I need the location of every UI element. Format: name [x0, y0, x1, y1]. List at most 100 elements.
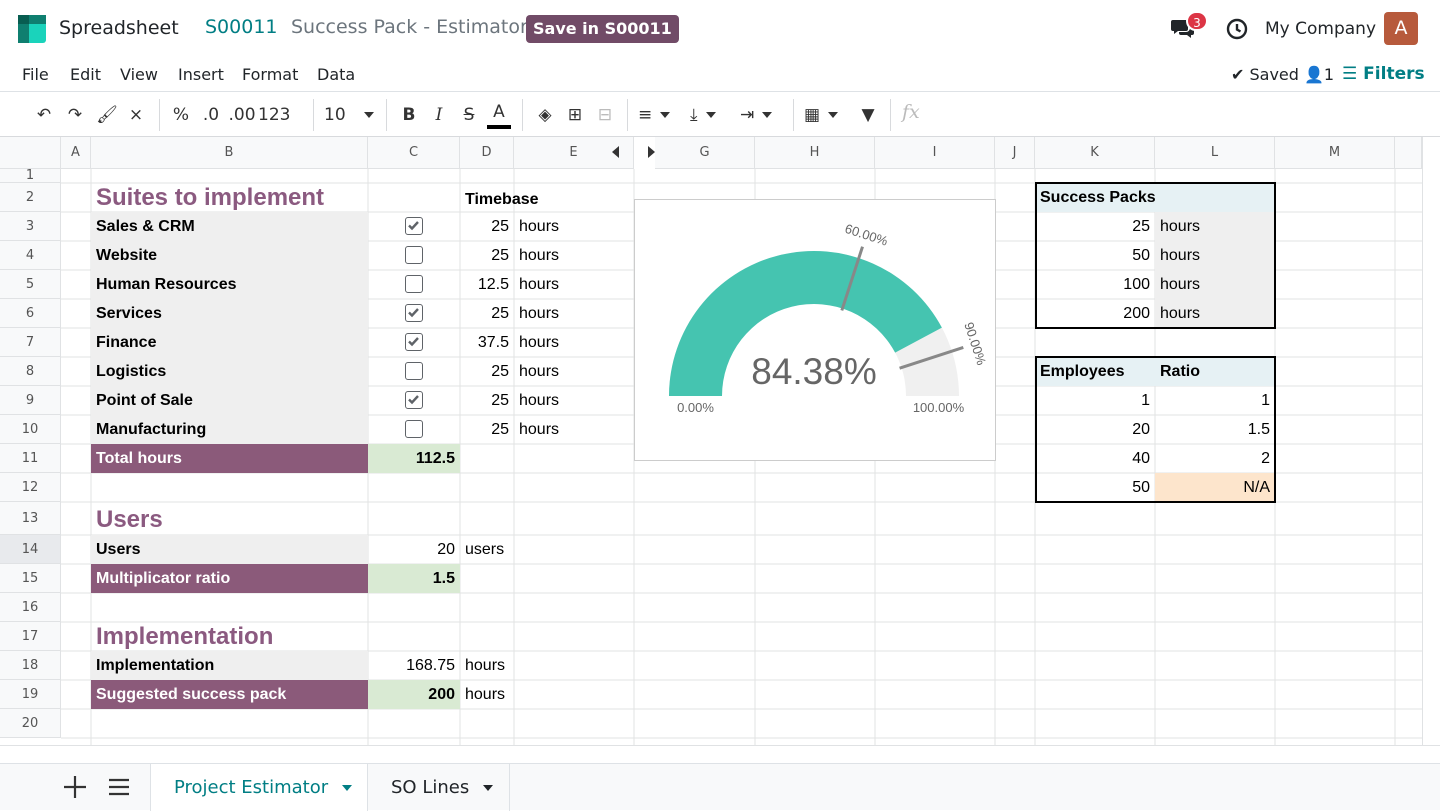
- gauge-chart[interactable]: 60.00% 90.00% 84.38% 0.00% 100.00%: [634, 199, 996, 461]
- tab-so-lines[interactable]: SO Lines: [368, 764, 510, 811]
- fill-color-icon[interactable]: ◈: [533, 101, 557, 129]
- menu-insert[interactable]: Insert: [178, 65, 224, 84]
- suite-checkbox-cell[interactable]: [368, 241, 460, 270]
- suite-name-cell[interactable]: Services: [91, 299, 368, 328]
- row-header-2[interactable]: 2: [0, 183, 61, 212]
- align-icon[interactable]: ≡: [638, 101, 680, 129]
- row-header-17[interactable]: 17: [0, 622, 61, 651]
- row-header-12[interactable]: 12: [0, 473, 61, 502]
- suite-name-cell[interactable]: Manufacturing: [91, 415, 368, 444]
- suite-hours-cell[interactable]: 25: [460, 415, 514, 444]
- row-header-8[interactable]: 8: [0, 357, 61, 386]
- column-header-b[interactable]: B: [91, 137, 368, 169]
- column-header-g[interactable]: G: [655, 137, 755, 169]
- pack-hours-unit[interactable]: hours: [1155, 241, 1275, 270]
- row-header-19[interactable]: 19: [0, 680, 61, 709]
- implementation-label[interactable]: Implementation: [91, 651, 368, 680]
- timebase-header[interactable]: Timebase: [460, 183, 634, 212]
- users-value[interactable]: 20: [368, 535, 460, 564]
- users-label[interactable]: Users: [91, 535, 368, 564]
- row-header-9[interactable]: 9: [0, 386, 61, 415]
- font-size-dropdown[interactable]: 10: [324, 101, 376, 129]
- success-packs-header[interactable]: Success Packs: [1035, 183, 1275, 212]
- activity-clock-icon[interactable]: [1226, 18, 1248, 40]
- row-header-3[interactable]: 3: [0, 212, 61, 241]
- add-sheet-icon[interactable]: [60, 772, 90, 802]
- pack-hours-value[interactable]: 100: [1035, 270, 1155, 299]
- row-header-4[interactable]: 4: [0, 241, 61, 270]
- row-header-5[interactable]: 5: [0, 270, 61, 299]
- checkbox-checked-icon[interactable]: [405, 333, 423, 351]
- column-header-c[interactable]: C: [368, 137, 460, 169]
- row-header-14[interactable]: 14: [0, 535, 61, 564]
- ratio-value[interactable]: N/A: [1155, 473, 1275, 502]
- row-header-18[interactable]: 18: [0, 651, 61, 680]
- suite-unit-cell[interactable]: hours: [514, 212, 634, 241]
- vertical-scrollbar[interactable]: [1422, 137, 1440, 745]
- total-hours-label[interactable]: Total hours: [91, 444, 368, 473]
- employees-value[interactable]: 50: [1035, 473, 1155, 502]
- collaborators-indicator[interactable]: 👤1: [1304, 65, 1334, 84]
- document-title[interactable]: Success Pack - Estimator: [291, 16, 528, 38]
- paint-format-icon[interactable]: 🖌: [95, 101, 119, 129]
- column-header-k[interactable]: K: [1035, 137, 1155, 169]
- checkbox-unchecked-icon[interactable]: [405, 362, 423, 380]
- suite-hours-cell[interactable]: 25: [460, 299, 514, 328]
- clear-format-icon[interactable]: ⨯: [124, 101, 148, 129]
- suite-unit-cell[interactable]: hours: [514, 386, 634, 415]
- checkbox-checked-icon[interactable]: [405, 391, 423, 409]
- strikethrough-button[interactable]: S: [458, 101, 480, 129]
- suite-name-cell[interactable]: Finance: [91, 328, 368, 357]
- chevron-down-icon[interactable]: [483, 785, 494, 791]
- employees-header[interactable]: Employees: [1035, 357, 1155, 386]
- suggested-pack-label[interactable]: Suggested success pack: [91, 680, 368, 709]
- menu-file[interactable]: File: [22, 65, 49, 84]
- pack-hours-value[interactable]: 50: [1035, 241, 1155, 270]
- suite-hours-cell[interactable]: 25: [460, 241, 514, 270]
- implementation-value[interactable]: 168.75: [368, 651, 460, 680]
- suite-checkbox-cell[interactable]: [368, 299, 460, 328]
- checkbox-checked-icon[interactable]: [405, 304, 423, 322]
- column-header-l[interactable]: L: [1155, 137, 1275, 169]
- total-hours-value[interactable]: 112.5: [368, 444, 460, 473]
- spreadsheet-logo-icon[interactable]: [18, 15, 46, 43]
- column-header-a[interactable]: A: [61, 137, 91, 169]
- suite-name-cell[interactable]: Logistics: [91, 357, 368, 386]
- suite-name-cell[interactable]: Sales & CRM: [91, 212, 368, 241]
- pack-hours-value[interactable]: 200: [1035, 299, 1155, 328]
- ratio-value[interactable]: 2: [1155, 444, 1275, 473]
- chevron-down-icon[interactable]: [342, 785, 353, 791]
- multiplicator-ratio-value[interactable]: 1.5: [368, 564, 460, 593]
- checkbox-unchecked-icon[interactable]: [405, 275, 423, 293]
- menu-edit[interactable]: Edit: [70, 65, 101, 84]
- undo-icon[interactable]: ↶: [32, 101, 56, 129]
- suite-name-cell[interactable]: Human Resources: [91, 270, 368, 299]
- save-in-record-button[interactable]: Save in S00011: [526, 15, 679, 43]
- merge-icon[interactable]: ⊟: [593, 101, 617, 129]
- pivot-icon[interactable]: ▦: [804, 101, 846, 129]
- checkbox-unchecked-icon[interactable]: [405, 420, 423, 438]
- pack-hours-unit[interactable]: hours: [1155, 299, 1275, 328]
- filter-icon[interactable]: ▼: [856, 101, 880, 129]
- borders-icon[interactable]: ⊞: [563, 101, 587, 129]
- row-header-7[interactable]: 7: [0, 328, 61, 357]
- bold-button[interactable]: B: [398, 101, 420, 129]
- tab-project-estimator[interactable]: Project Estimator: [150, 764, 368, 811]
- suite-checkbox-cell[interactable]: [368, 270, 460, 299]
- implementation-section-title[interactable]: Implementation: [91, 622, 368, 651]
- company-switcher[interactable]: My Company: [1265, 19, 1376, 39]
- column-header-m[interactable]: M: [1275, 137, 1395, 169]
- suite-hours-cell[interactable]: 37.5: [460, 328, 514, 357]
- redo-icon[interactable]: ↷: [63, 101, 87, 129]
- column-header-j[interactable]: J: [995, 137, 1035, 169]
- row-header-6[interactable]: 6: [0, 299, 61, 328]
- decrease-decimal-button[interactable]: .0: [198, 101, 224, 129]
- row-header-16[interactable]: 16: [0, 593, 61, 622]
- select-all-corner[interactable]: [0, 137, 61, 169]
- menu-view[interactable]: View: [120, 65, 158, 84]
- column-header-h[interactable]: H: [755, 137, 875, 169]
- column-header-d[interactable]: D: [460, 137, 514, 169]
- employees-value[interactable]: 40: [1035, 444, 1155, 473]
- suite-unit-cell[interactable]: hours: [514, 299, 634, 328]
- row-header-15[interactable]: 15: [0, 564, 61, 593]
